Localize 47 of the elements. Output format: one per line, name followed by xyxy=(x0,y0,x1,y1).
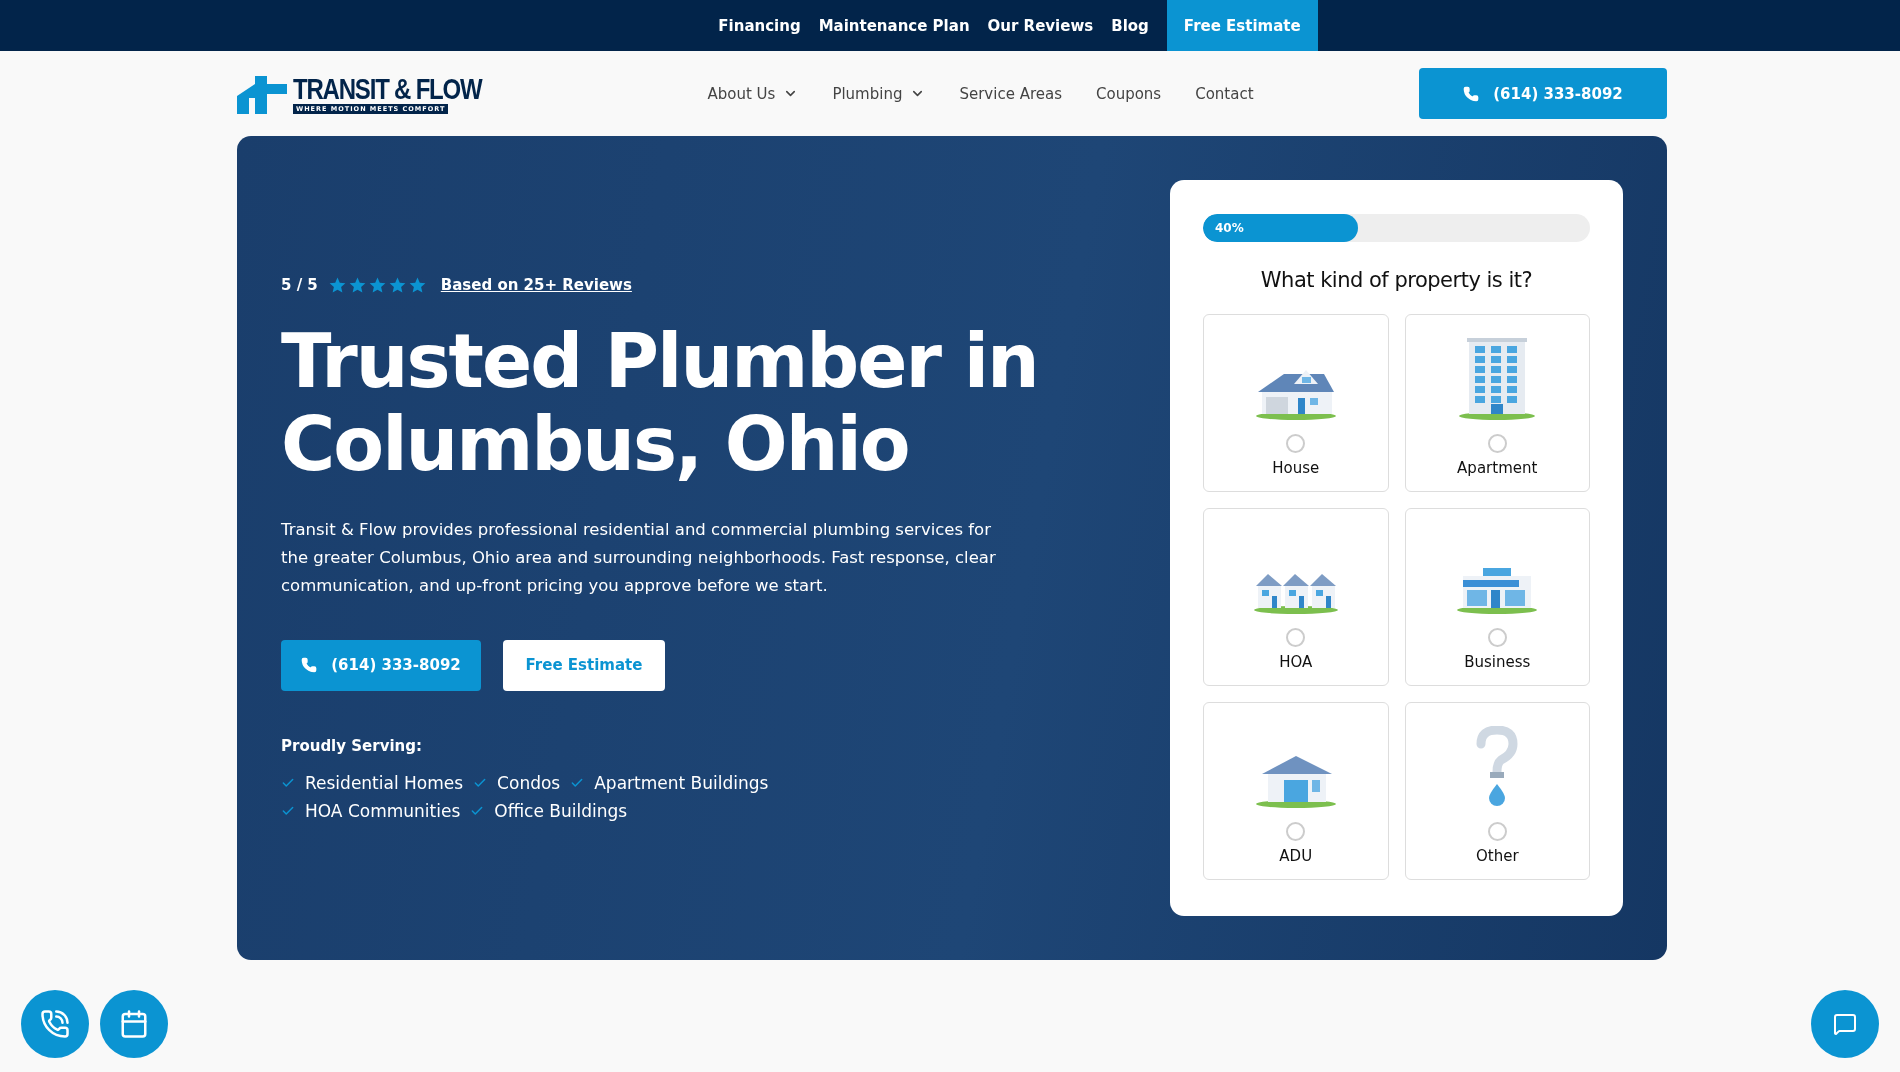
reviews-link[interactable]: Based on 25+ Reviews xyxy=(440,276,632,294)
serving-label: Proudly Serving: xyxy=(281,736,423,755)
service-item: Apartment Buildings xyxy=(594,772,769,793)
logo-name: TRANSIT & FLOW xyxy=(293,73,482,104)
calendar-icon xyxy=(119,1009,149,1039)
star-icon xyxy=(327,276,347,294)
top-nav-link[interactable]: Our Reviews xyxy=(987,0,1094,51)
star-icon xyxy=(347,276,367,294)
radio-button[interactable] xyxy=(1487,434,1507,453)
radio-button[interactable] xyxy=(1286,434,1306,453)
hero-title: Trusted Plumber in Columbus, Ohio xyxy=(281,320,1039,486)
phone-icon xyxy=(40,1009,70,1039)
service-item: Condos xyxy=(497,772,561,793)
storefront-icon xyxy=(1455,566,1540,614)
service-item: Office Buildings xyxy=(494,800,628,821)
property-option[interactable]: HOA xyxy=(1203,508,1389,686)
property-option[interactable]: ADU xyxy=(1203,702,1389,880)
top-nav-link[interactable]: Blog xyxy=(1111,0,1149,51)
nav-link[interactable]: Service Areas xyxy=(959,84,1062,103)
chat-icon xyxy=(1833,1012,1857,1036)
nav-link[interactable]: Plumbing xyxy=(832,84,926,103)
star-icon xyxy=(367,276,387,294)
phone-icon xyxy=(1463,85,1480,102)
nav-link[interactable]: Coupons xyxy=(1096,84,1162,103)
progress-fill: 40% xyxy=(1203,214,1358,242)
rating-score: 5 / 5 xyxy=(281,276,318,294)
property-option[interactable]: Other xyxy=(1404,702,1590,880)
radio-button[interactable] xyxy=(1286,822,1306,841)
top-nav-link[interactable]: Maintenance Plan xyxy=(818,0,970,51)
service-item: Residential Homes xyxy=(305,772,464,793)
logo-icon xyxy=(237,73,287,114)
hero-description: Transit & Flow provides professional residential and commercial plumbing services for the greater Columbus, Ohio area and surrounding neighborhoods. Fast response, clear communication, and up-front pricing you approve before we start. xyxy=(281,518,997,597)
radio-button[interactable] xyxy=(1487,628,1507,647)
radio-button[interactable] xyxy=(1487,822,1507,841)
phone-icon xyxy=(301,657,318,674)
top-nav-link[interactable]: Financing xyxy=(718,0,801,51)
star-icon xyxy=(407,276,427,294)
service-item: HOA Communities xyxy=(305,800,461,821)
quiz-question: What kind of property is it? xyxy=(1260,268,1533,292)
property-option[interactable]: Apartment xyxy=(1404,314,1590,492)
apartment-building-icon xyxy=(1457,336,1538,420)
property-option[interactable]: House xyxy=(1203,314,1389,492)
nav-link[interactable]: Contact xyxy=(1195,84,1254,103)
property-option[interactable]: Business xyxy=(1404,508,1590,686)
star-icon xyxy=(387,276,407,294)
nav-link[interactable]: About Us xyxy=(707,84,799,103)
radio-button[interactable] xyxy=(1286,628,1306,647)
